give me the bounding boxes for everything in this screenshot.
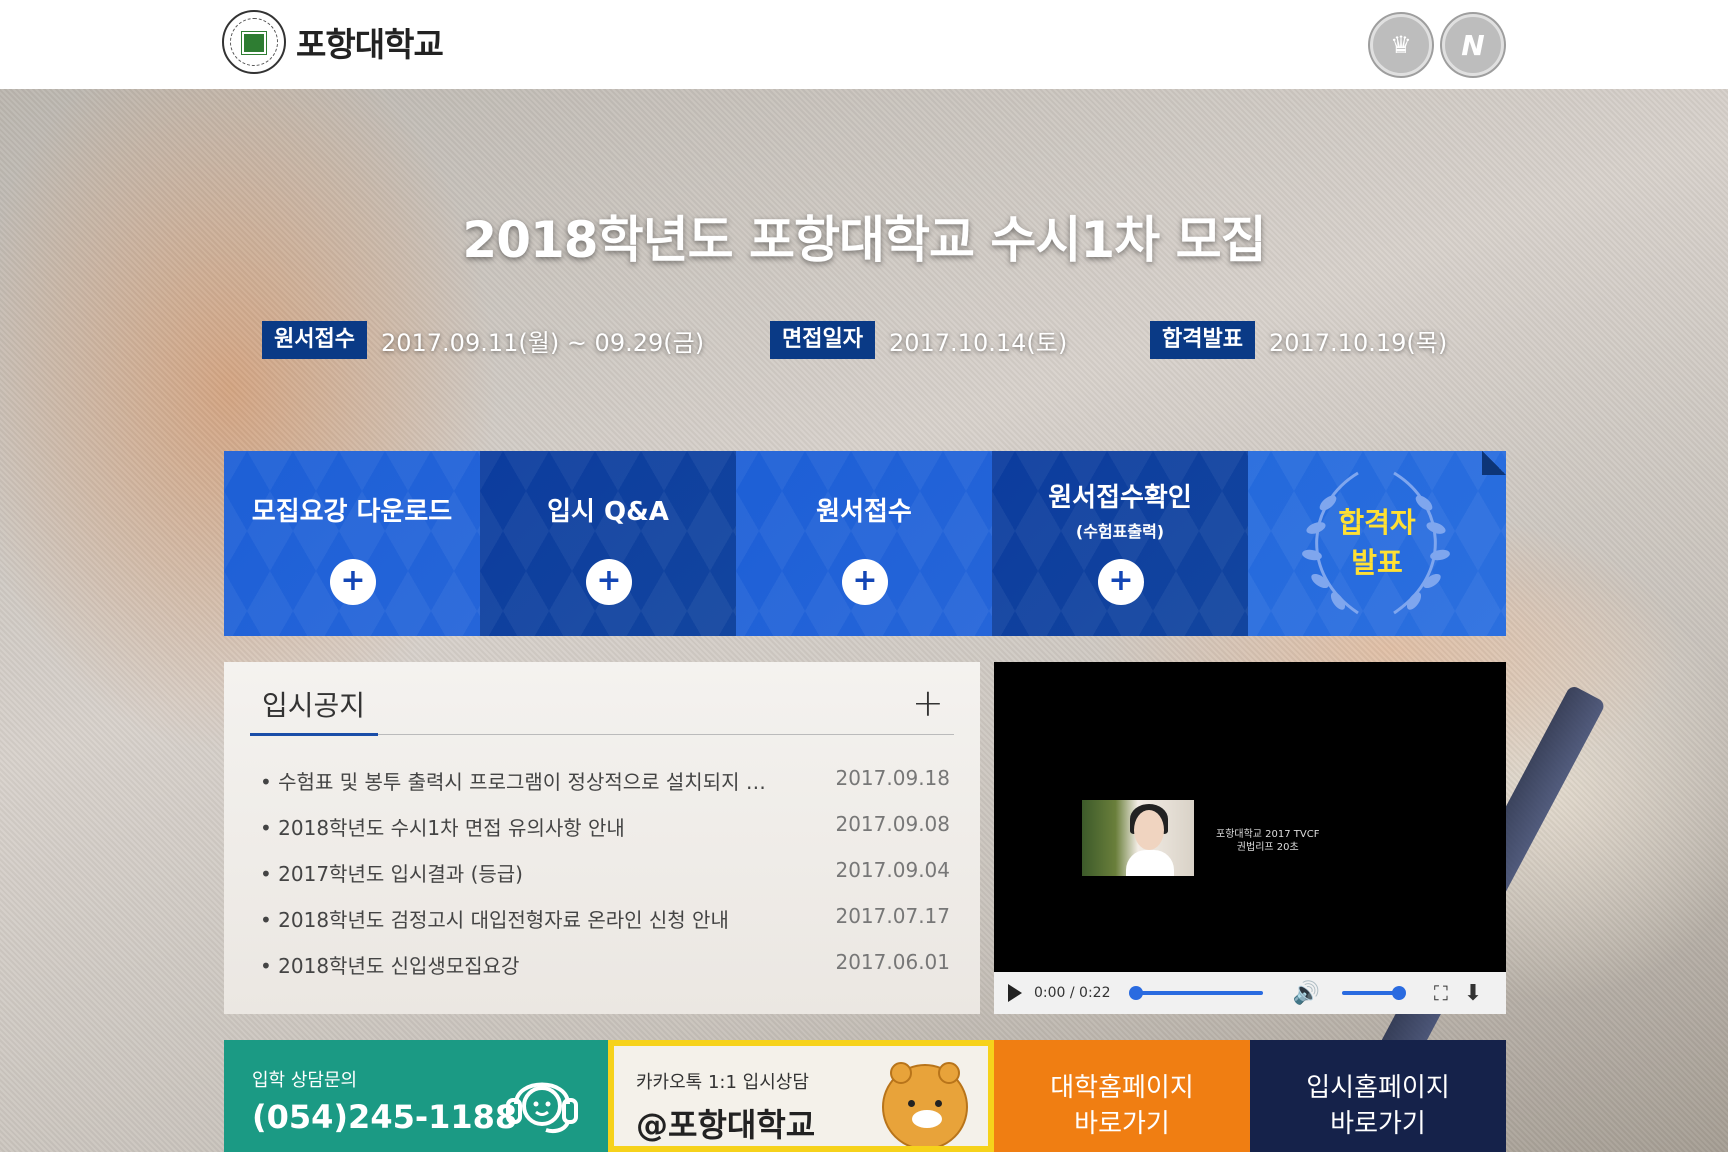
- award-badge-icon: ♛: [1370, 14, 1432, 76]
- link-line: 대학홈페이지: [1050, 1073, 1194, 1103]
- notice-item[interactable]: • 2017학년도 입시결과 (등급) 2017.09.04: [260, 858, 950, 904]
- award-line1: 합격자: [1338, 506, 1416, 539]
- plus-icon[interactable]: +: [330, 559, 376, 605]
- page-title: 2018학년도 포항대학교 수시1차 모집: [462, 211, 1266, 269]
- progress-slider[interactable]: [1128, 986, 1263, 1000]
- notice-item-title[interactable]: • 2018학년도 수시1차 면접 유의사항 안내: [260, 812, 780, 858]
- date-tag: 원서접수: [262, 321, 367, 359]
- notice-item-date: 2017.07.17: [835, 904, 950, 928]
- notice-item-title[interactable]: • 수험표 및 봉투 출력시 프로그램이 정상적으로 설치되지 …: [260, 766, 780, 812]
- kakao-id: @포항대학교: [636, 1106, 816, 1144]
- play-icon[interactable]: [1008, 984, 1022, 1002]
- quick-menu: 모집요강 다운로드 + 입시 Q&A + 원서접수 + 원서접수확인 (수험표출…: [224, 451, 1506, 636]
- university-home-link[interactable]: 대학홈페이지 바로가기: [994, 1040, 1250, 1152]
- tile-label: 원서접수확인: [1048, 483, 1192, 513]
- date-interview: 면접일자 2017.10.14(토): [770, 321, 1067, 359]
- link-line: 바로가기: [1074, 1109, 1170, 1139]
- date-tag: 합격발표: [1150, 321, 1255, 359]
- kakao-tile[interactable]: 카카오톡 1:1 입시상담 @포항대학교: [608, 1040, 994, 1152]
- volume-slider[interactable]: [1341, 986, 1406, 1000]
- tile-qna[interactable]: 입시 Q&A +: [480, 451, 736, 636]
- tile-award-label: 합격자 발표: [1248, 503, 1506, 583]
- notice-item-date: 2017.06.01: [835, 950, 950, 974]
- logo-text: 포항대학교: [296, 25, 444, 64]
- volume-icon[interactable]: 🔊: [1293, 981, 1320, 1006]
- link-line: 입시홈페이지: [1306, 1073, 1450, 1103]
- kakao-ryan-icon: [882, 1062, 968, 1146]
- notice-item-date: 2017.09.08: [835, 812, 950, 836]
- notice-item-title[interactable]: • 2017학년도 입시결과 (등급): [260, 858, 780, 904]
- tile-sublabel: (수험표출력): [1075, 522, 1165, 541]
- link-line: 바로가기: [1330, 1109, 1426, 1139]
- date-tag: 면접일자: [770, 321, 875, 359]
- notice-item[interactable]: • 수험표 및 봉투 출력시 프로그램이 정상적으로 설치되지 … 2017.0…: [260, 766, 950, 812]
- consult-label: 입학 상담문의: [252, 1070, 358, 1091]
- notice-more-button[interactable]: +: [912, 684, 944, 722]
- date-value: 2017.09.11(월) ~ 09.29(금): [380, 328, 705, 357]
- video-player[interactable]: 포항대학교 2017 TVCF 권법리프 20초 0:00 / 0:22 🔊 ⛶…: [994, 662, 1506, 1014]
- university-logo[interactable]: 포항대학교: [222, 10, 444, 74]
- video-time: 0:00 / 0:22: [1034, 985, 1111, 1001]
- bottom-links: 입학 상담문의 (054)245-1188 카카오톡 1:1 입시상담 @포항대…: [224, 1040, 1506, 1152]
- date-result: 합격발표 2017.10.19(목): [1150, 321, 1447, 359]
- plus-icon[interactable]: +: [842, 559, 888, 605]
- tile-label: 모집요강 다운로드: [251, 497, 453, 527]
- video-caption-line: 권법리프 20초: [1236, 842, 1299, 853]
- tile-label: 입시 Q&A: [547, 497, 669, 527]
- tile-label: 원서접수: [816, 497, 912, 527]
- tile-guide-download[interactable]: 모집요강 다운로드 +: [224, 451, 480, 636]
- corner-fold: [1482, 451, 1506, 475]
- admission-home-label: 입시홈페이지 바로가기: [1250, 1070, 1506, 1142]
- notice-panel: 입시공지 + • 수험표 및 봉투 출력시 프로그램이 정상적으로 설치되지 ……: [224, 662, 980, 1014]
- site-header: 포항대학교 ♛ N: [0, 0, 1728, 89]
- date-value: 2017.10.19(목): [1268, 328, 1448, 357]
- plus-icon[interactable]: +: [586, 559, 632, 605]
- date-value: 2017.10.14(토): [888, 328, 1068, 357]
- notice-title-underline: [250, 733, 378, 736]
- tile-application-check[interactable]: 원서접수확인 (수험표출력) +: [992, 451, 1248, 636]
- plus-icon[interactable]: +: [1098, 559, 1144, 605]
- admission-home-link[interactable]: 입시홈페이지 바로가기: [1250, 1040, 1506, 1152]
- video-caption: 포항대학교 2017 TVCF 권법리프 20초: [1216, 828, 1320, 854]
- download-icon[interactable]: ⬇: [1464, 981, 1482, 1006]
- video-thumbnail: [1082, 800, 1194, 876]
- notice-item[interactable]: • 2018학년도 신입생모집요강 2017.06.01: [260, 950, 950, 996]
- award-line2: 발표: [1351, 546, 1403, 579]
- university-emblem-icon: [222, 10, 286, 74]
- tile-application[interactable]: 원서접수 +: [736, 451, 992, 636]
- notice-item-date: 2017.09.18: [835, 766, 950, 790]
- video-caption-line: 포항대학교 2017 TVCF: [1216, 829, 1320, 840]
- consult-phone: (054)245-1188: [252, 1098, 518, 1136]
- certification-badge-icon: N: [1442, 14, 1504, 76]
- notice-title: 입시공지: [262, 689, 366, 722]
- video-controls: 0:00 / 0:22 🔊 ⛶ ⬇: [994, 972, 1506, 1014]
- notice-list: • 수험표 및 봉투 출력시 프로그램이 정상적으로 설치되지 … 2017.0…: [260, 766, 950, 996]
- date-application: 원서접수 2017.09.11(월) ~ 09.29(금): [262, 321, 704, 359]
- fullscreen-icon[interactable]: ⛶: [1434, 981, 1448, 1005]
- kakao-label: 카카오톡 1:1 입시상담: [636, 1072, 809, 1093]
- consult-tile[interactable]: 입학 상담문의 (054)245-1188: [224, 1040, 608, 1152]
- headset-icon: [506, 1082, 578, 1133]
- tile-result-announcement[interactable]: 합격자 발표: [1248, 451, 1506, 636]
- notice-item-title[interactable]: • 2018학년도 신입생모집요강: [260, 950, 780, 996]
- notice-item[interactable]: • 2018학년도 수시1차 면접 유의사항 안내 2017.09.08: [260, 812, 950, 858]
- notice-item-date: 2017.09.04: [835, 858, 950, 882]
- notice-item[interactable]: • 2018학년도 검정고시 대입전형자료 온라인 신청 안내 2017.07.…: [260, 904, 950, 950]
- university-home-label: 대학홈페이지 바로가기: [994, 1070, 1250, 1142]
- notice-item-title[interactable]: • 2018학년도 검정고시 대입전형자료 온라인 신청 안내: [260, 904, 780, 950]
